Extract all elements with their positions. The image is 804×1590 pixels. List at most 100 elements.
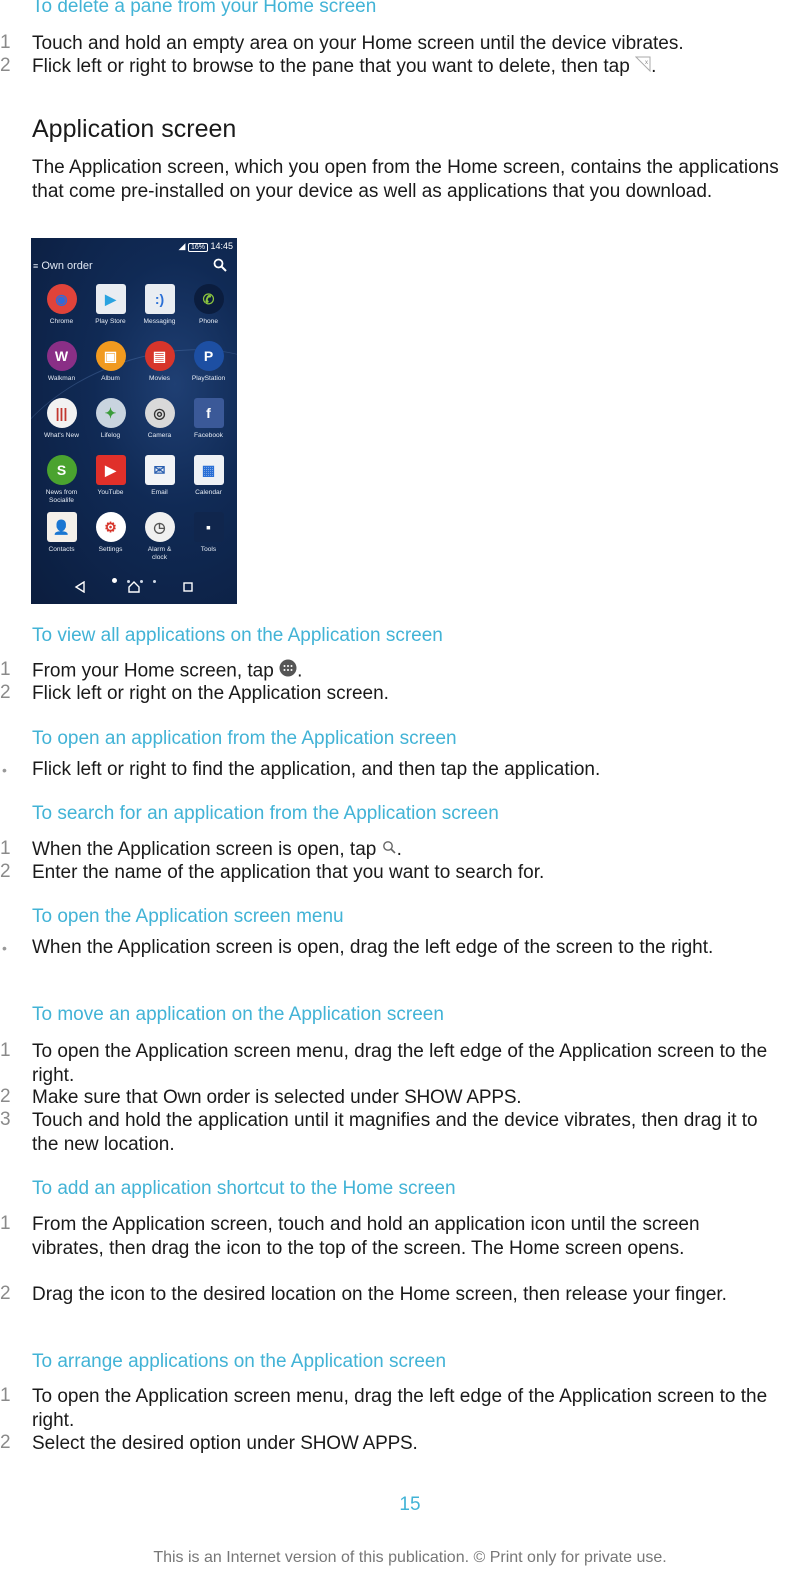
playstation-icon: P [193, 341, 224, 371]
app-label: Camera [147, 432, 172, 439]
step-text: From your Home screen, tap . [32, 659, 772, 684]
app-label: PlayStation [191, 375, 226, 382]
app-camera: ◎ Camera [135, 396, 184, 449]
app-whats-new: ||| What's New [37, 396, 86, 449]
chrome-icon: ◉ [46, 284, 77, 314]
step-number: 2 [0, 1432, 11, 1453]
step-text-before: When the Application screen is open, tap [32, 839, 382, 860]
app-youtube: ▶ YouTube [86, 453, 135, 506]
navigation-bar [31, 580, 237, 598]
alarm-clock-icon: ◷ [144, 512, 175, 542]
back-icon [74, 580, 86, 598]
settings-icon: ⚙ [95, 512, 126, 542]
ui-term-own-order: Own order [162, 1087, 250, 1108]
app-tools: ▪ Tools [184, 510, 233, 563]
play-store-icon: ▶ [95, 284, 126, 314]
subheading-open-app: To open an application from the Applicat… [32, 728, 457, 749]
step-text: Flick left or right on the Application s… [32, 683, 389, 704]
page-number: 15 [399, 1494, 421, 1515]
walkman-icon: W [46, 341, 77, 371]
app-label: Email [151, 489, 168, 496]
whats-new-icon: ||| [46, 398, 77, 428]
section-title: Application screen [32, 115, 237, 143]
subheading-move-app: To move an application on the Applicatio… [32, 1004, 444, 1025]
contacts-icon: 👤 [46, 512, 77, 542]
tools-icon: ▪ [193, 512, 224, 542]
lifelog-icon: ✦ [95, 398, 126, 428]
home-icon [128, 580, 140, 598]
step-text-after: . [412, 1433, 418, 1454]
step-number: 2 [0, 861, 11, 882]
search-icon [213, 258, 227, 277]
step-text: Touch and hold an empty area on your Hom… [32, 33, 684, 54]
app-label: Alarm & clock [147, 546, 172, 561]
remove-pane-icon: x [634, 55, 651, 79]
app-label: Settings [98, 546, 123, 553]
step-number: 2 [0, 682, 11, 703]
app-label: News from Socialife [45, 489, 78, 504]
subheading-add-shortcut: To add an application shortcut to the Ho… [32, 1178, 456, 1199]
movies-icon: ▤ [144, 341, 175, 371]
signal-icon: ◢ [178, 241, 186, 251]
step-text-after: . [297, 660, 303, 682]
app-label: Contacts [48, 546, 75, 553]
app-grid: ◉ Chrome ▶ Play Store:) Messaging ✆ Phone W Walk… [37, 282, 233, 563]
apps-grid-icon [279, 659, 297, 684]
step-number: 2 [0, 55, 11, 76]
app-email: ✉ Email [135, 453, 184, 506]
ui-term-show-apps: SHOW APPS [404, 1087, 517, 1108]
app-label: Tools [200, 546, 217, 553]
step-text: Touch and hold the application until it … [32, 1110, 758, 1155]
status-bar: ◢ 16% 14:45 [178, 241, 233, 252]
step-text: To open the Application screen menu, dra… [32, 1386, 768, 1431]
recent-apps-icon [182, 580, 194, 598]
footer-notice: This is an Internet version of this publ… [153, 1549, 667, 1566]
phone-icon: ✆ [193, 284, 224, 314]
app-chrome: ◉ Chrome [37, 282, 86, 335]
socialife-icon: S [46, 455, 77, 485]
battery-indicator: 16% [187, 243, 208, 252]
subheading-open-menu: To open the Application screen menu [32, 906, 344, 927]
app-facebook: f Facebook [184, 396, 233, 449]
application-screen-screenshot: ◢ 16% 14:45 ≡ Own order ◉ Chrome ▶ Play Sto… [31, 238, 237, 604]
step-text: Make sure that Own order is selected und… [32, 1086, 772, 1110]
step-number: 1 [0, 1385, 11, 1406]
app-label: Facebook [194, 432, 223, 439]
app-movies: ▤ Movies [135, 339, 184, 392]
subheading-arrange-apps: To arrange applications on the Applicati… [32, 1351, 447, 1372]
step-number: 1 [0, 838, 11, 859]
step-text-before: Select the desired option under [32, 1433, 301, 1454]
step-text: Flick left or right to browse to the pan… [32, 55, 772, 79]
app-settings: ⚙ Settings [86, 510, 135, 563]
messaging-icon: :) [144, 284, 175, 314]
step-number: 3 [0, 1109, 11, 1130]
app-bar-title: Own order [41, 260, 93, 272]
app-playstation: P PlayStation [184, 339, 233, 392]
app-label: What's New [44, 432, 79, 439]
app-album: ▣ Album [86, 339, 135, 392]
youtube-icon: ▶ [95, 455, 126, 485]
app-label: Movies [149, 375, 170, 382]
step-number: 1 [0, 1213, 11, 1234]
step-number: 2 [0, 1086, 11, 1107]
app-play-store: ▶ Play Store [86, 282, 135, 335]
app-label: Calendar [195, 489, 222, 496]
bullet-text: When the Application screen is open, dra… [32, 937, 714, 958]
step-text: Drag the icon to the desired location on… [32, 1284, 727, 1305]
step-text-before: Make sure that [32, 1087, 163, 1108]
ui-term-show-apps: SHOW APPS [300, 1433, 413, 1454]
app-label: Chrome [49, 318, 74, 325]
camera-icon: ◎ [144, 398, 175, 428]
step-number: 1 [0, 32, 11, 53]
app-phone: ✆ Phone [184, 282, 233, 335]
step-number: 2 [0, 1283, 11, 1304]
app-socialife: S News from Socialife [37, 453, 86, 506]
app-label: Lifelog [100, 432, 121, 439]
drawer-menu-icon: ≡ [33, 261, 39, 271]
app-label: Walkman [47, 375, 76, 382]
app-walkman: W Walkman [37, 339, 86, 392]
step-text-middle: is selected under [249, 1087, 405, 1108]
calendar-icon: ▦ [193, 455, 224, 485]
bullet-text: Flick left or right to find the applicat… [32, 759, 601, 780]
app-calendar: ▦ Calendar [184, 453, 233, 506]
